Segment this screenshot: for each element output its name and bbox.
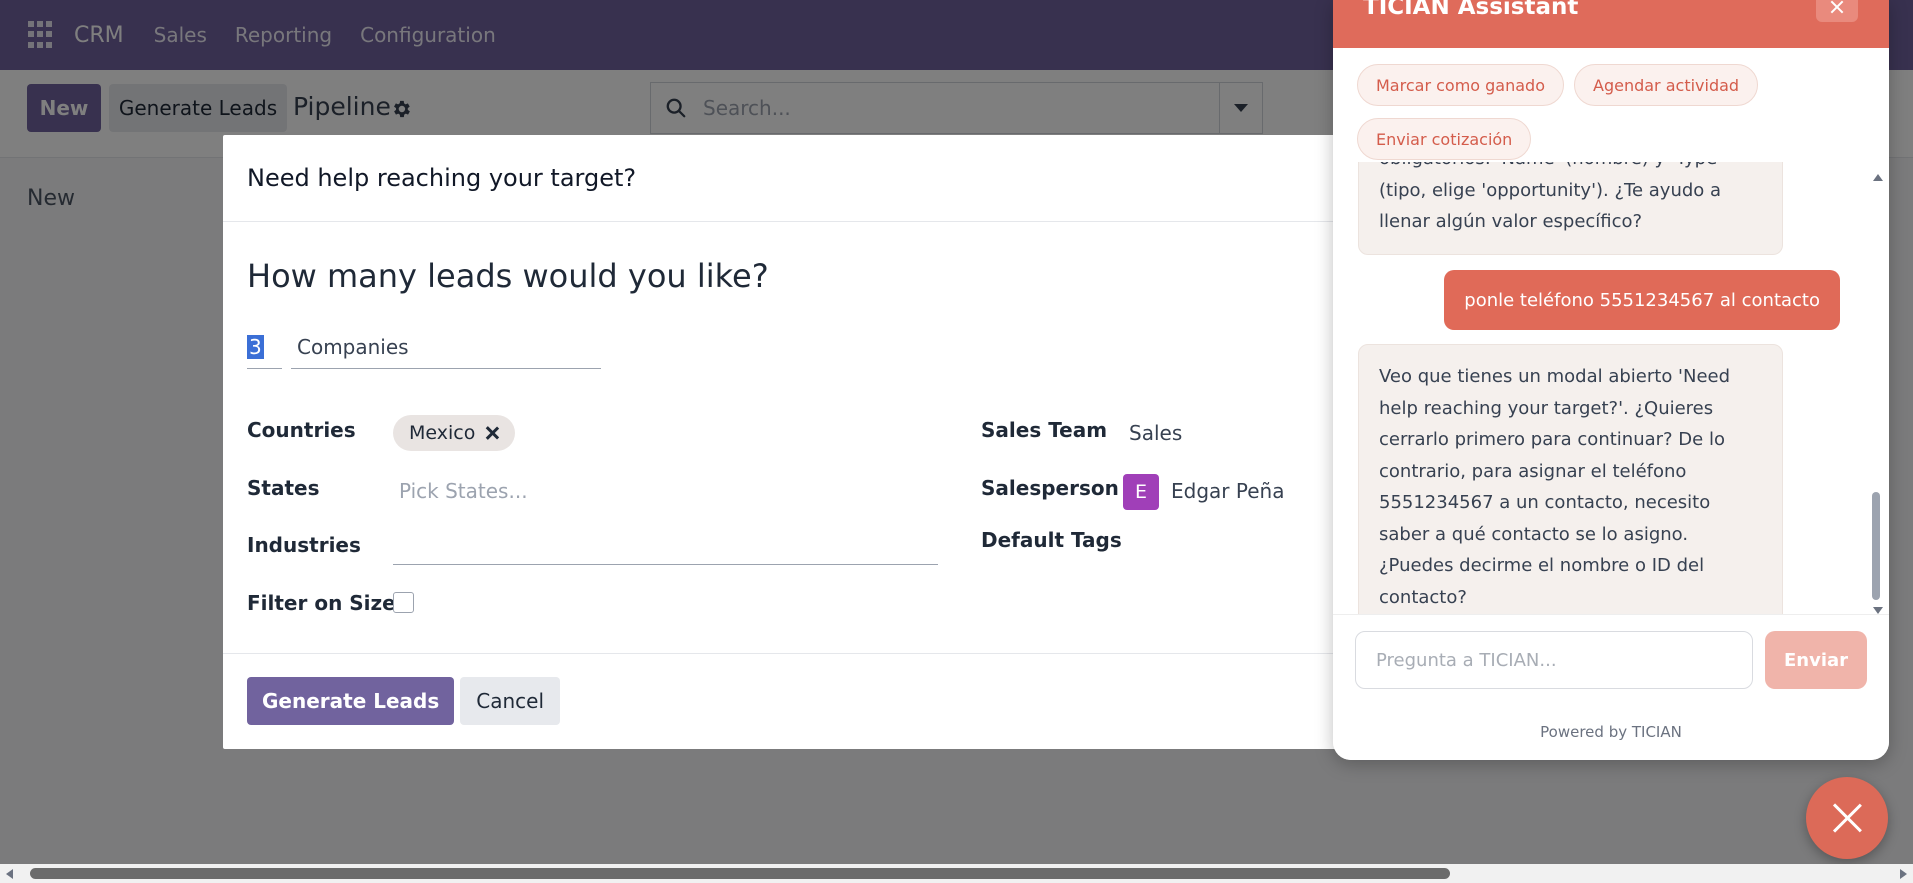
filter-on-size-checkbox[interactable] — [393, 592, 414, 613]
assistant-message-input[interactable] — [1355, 631, 1753, 689]
powered-by-footer: Powered by TICIAN — [1540, 723, 1682, 741]
assistant-close-button[interactable] — [1816, 0, 1858, 22]
scroll-up-arrow-icon[interactable] — [1873, 174, 1883, 181]
avatar: E — [1123, 474, 1159, 510]
country-tag-label: Mexico — [409, 422, 476, 444]
assistant-input-row: Enviar Powered by TICIAN — [1333, 614, 1889, 760]
quick-actions: Marcar como ganado Agendar actividad Env… — [1333, 48, 1889, 162]
chat-scrollbar[interactable] — [1869, 174, 1883, 614]
chat-scrollbar-thumb[interactable] — [1872, 492, 1880, 600]
states-input[interactable]: Pick States... — [399, 479, 528, 503]
scroll-down-arrow-icon[interactable] — [1873, 607, 1883, 614]
states-label: States — [247, 476, 320, 500]
lead-type-select[interactable]: Companies — [291, 335, 601, 369]
quick-action-send-quote[interactable]: Enviar cotización — [1357, 118, 1532, 160]
close-icon — [1832, 803, 1862, 833]
country-tag: Mexico — [393, 415, 516, 451]
user-message: ponle teléfono 5551234567 al contacto — [1444, 270, 1840, 330]
assistant-panel: TICIAN Assistant Marcar como ganado Agen… — [1333, 0, 1889, 760]
leads-question-heading: How many leads would you like? — [247, 257, 769, 295]
assistant-title: TICIAN Assistant — [1363, 0, 1579, 20]
send-button[interactable]: Enviar — [1765, 631, 1867, 689]
scroll-right-arrow-icon[interactable] — [1900, 869, 1907, 879]
assistant-message: obligatorios: 'Name' (nombre) y 'Type' (… — [1358, 162, 1783, 255]
scroll-left-arrow-icon[interactable] — [6, 869, 13, 879]
chat-messages: obligatorios: 'Name' (nombre) y 'Type' (… — [1333, 162, 1889, 614]
assistant-toggle-button[interactable] — [1806, 777, 1888, 859]
modal-footer: Generate Leads Cancel — [247, 677, 561, 725]
remove-tag-icon[interactable] — [485, 426, 499, 440]
modal-header: Need help reaching your target? — [223, 135, 1343, 222]
horizontal-scrollbar[interactable] — [0, 864, 1913, 883]
quick-action-mark-won[interactable]: Marcar como ganado — [1357, 64, 1564, 106]
modal-title: Need help reaching your target? — [247, 164, 637, 192]
industries-input[interactable] — [393, 564, 938, 565]
salesperson-label: Salesperson — [981, 476, 1119, 500]
lead-quantity-field[interactable]: 3 — [247, 335, 282, 369]
lead-quantity-value[interactable]: 3 — [247, 335, 264, 359]
industries-label: Industries — [247, 533, 361, 557]
horizontal-scrollbar-thumb[interactable] — [30, 868, 1450, 879]
generate-leads-modal: Need help reaching your target? How many… — [223, 135, 1343, 749]
quick-action-schedule-activity[interactable]: Agendar actividad — [1574, 64, 1759, 106]
filter-on-size-label: Filter on Size — [247, 591, 396, 615]
cancel-button[interactable]: Cancel — [460, 677, 561, 725]
generate-leads-submit-button[interactable]: Generate Leads — [247, 677, 455, 725]
assistant-message: Veo que tienes un modal abierto 'Need he… — [1358, 344, 1783, 614]
default-tags-label: Default Tags — [981, 528, 1122, 552]
countries-label: Countries — [247, 418, 356, 442]
salesperson-value[interactable]: Edgar Peña — [1171, 479, 1284, 503]
close-icon — [1830, 0, 1844, 14]
sales-team-value[interactable]: Sales — [1129, 421, 1182, 445]
sales-team-label: Sales Team — [981, 418, 1108, 442]
